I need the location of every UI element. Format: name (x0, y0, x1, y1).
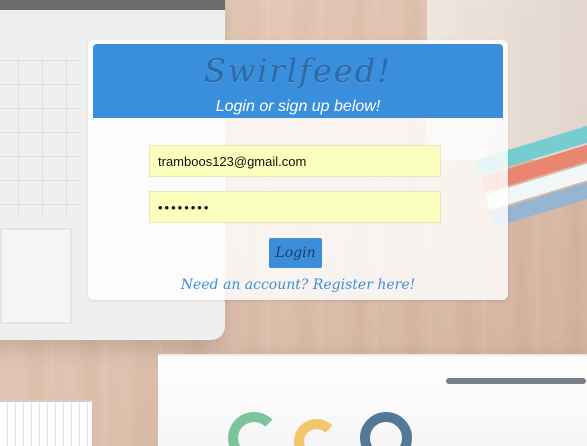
email-input[interactable] (149, 145, 441, 177)
register-link[interactable]: Need an account? Register here! (88, 277, 508, 293)
login-screen: Swirlfeed! Login or sign up below! Login… (0, 0, 587, 446)
site-title: Swirlfeed! (203, 52, 393, 90)
password-input[interactable] (149, 191, 441, 223)
login-card: Swirlfeed! Login or sign up below! Login… (88, 40, 508, 300)
card-header: Swirlfeed! Login or sign up below! (93, 44, 503, 118)
login-button[interactable]: Login (269, 238, 322, 268)
card-subtitle: Login or sign up below! (215, 98, 381, 115)
